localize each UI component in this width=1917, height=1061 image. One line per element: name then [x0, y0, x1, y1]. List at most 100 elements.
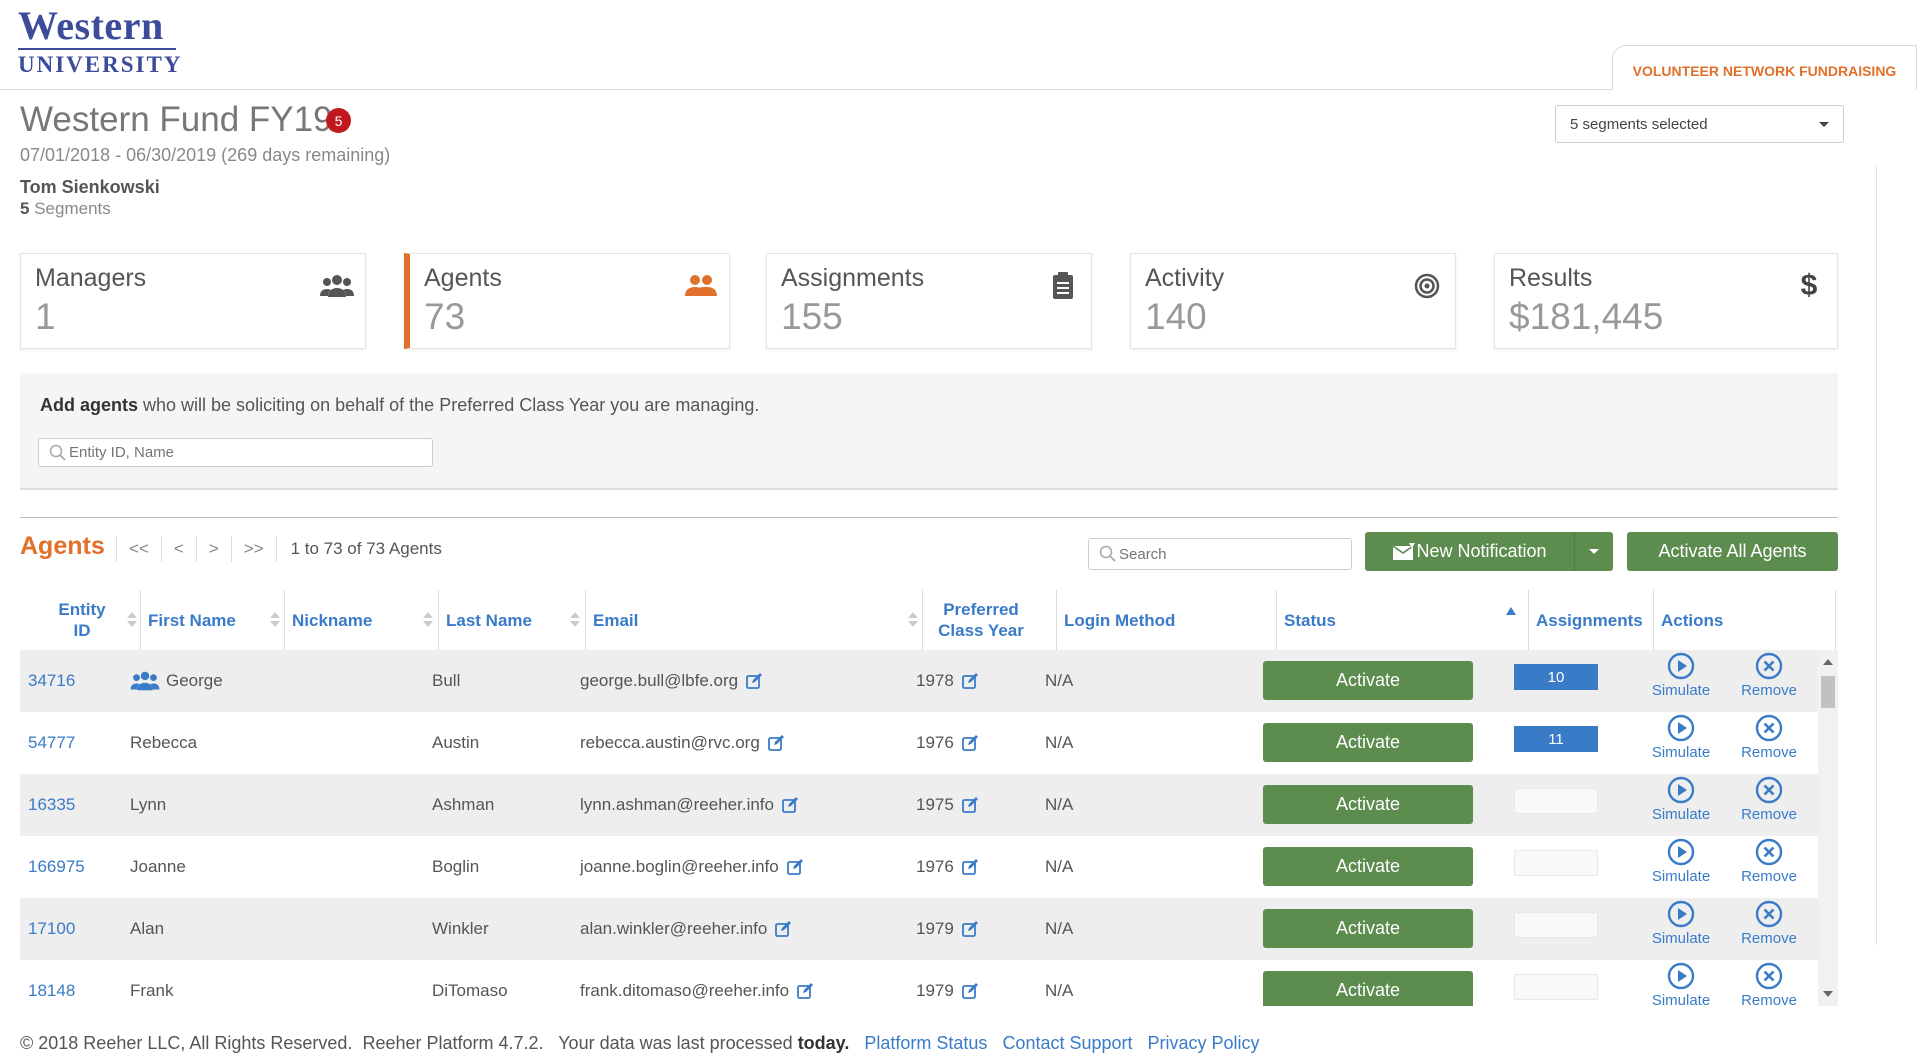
entity-search-input[interactable]	[67, 443, 412, 462]
assignments-count[interactable]: 0	[1514, 974, 1598, 1000]
card-activity[interactable]: Activity 140	[1130, 253, 1456, 349]
remove-label: Remove	[1741, 744, 1797, 761]
simulate-label: Simulate	[1651, 992, 1711, 1006]
clipboard-icon	[1045, 268, 1081, 304]
remove-button[interactable]: Remove	[1734, 776, 1804, 834]
agent-search-field[interactable]	[1088, 538, 1352, 570]
entity-id-link[interactable]: 166975	[28, 857, 85, 877]
edit-icon[interactable]	[746, 673, 763, 689]
entity-id-link[interactable]: 18148	[28, 981, 75, 1001]
remove-button[interactable]: Remove	[1734, 838, 1804, 896]
activate-button[interactable]: Activate	[1263, 847, 1473, 886]
activate-button[interactable]: Activate	[1263, 909, 1473, 948]
sort-icon[interactable]	[423, 610, 433, 630]
entity-id-link[interactable]: 17100	[28, 919, 75, 939]
card-value: 140	[1145, 296, 1207, 337]
sort-icon[interactable]	[270, 610, 280, 630]
card-agents[interactable]: Agents 73	[404, 253, 730, 349]
column-login-method[interactable]: Login Method	[1056, 590, 1175, 650]
assignments-count[interactable]: 0	[1514, 788, 1598, 814]
activate-button[interactable]: Activate	[1263, 661, 1473, 700]
column-assignments[interactable]: Assignments	[1528, 590, 1643, 650]
last-name: Ashman	[432, 795, 495, 814]
sort-ascending-icon[interactable]	[1506, 607, 1516, 615]
segments-select[interactable]: 5 segments selected	[1555, 105, 1844, 143]
column-status[interactable]: Status	[1276, 590, 1336, 650]
assignments-count[interactable]: 0	[1514, 850, 1598, 876]
activate-button[interactable]: Activate	[1263, 971, 1473, 1006]
edit-icon[interactable]	[767, 735, 784, 751]
remove-button[interactable]: Remove	[1734, 900, 1804, 958]
scroll-up-arrow[interactable]	[1823, 659, 1833, 665]
remove-circle-icon	[1755, 838, 1783, 866]
email: george.bull@lbfe.org	[580, 671, 739, 690]
scroll-down-arrow[interactable]	[1823, 991, 1833, 997]
simulate-button[interactable]: Simulate	[1646, 838, 1716, 896]
contact-support-link[interactable]: Contact Support	[1002, 1033, 1132, 1053]
column-nickname[interactable]: Nickname	[284, 590, 372, 650]
simulate-button[interactable]: Simulate	[1646, 962, 1716, 1006]
platform-status-link[interactable]: Platform Status	[864, 1033, 987, 1053]
entity-id-link[interactable]: 16335	[28, 795, 75, 815]
next-page-button[interactable]: >	[195, 536, 231, 562]
remove-button[interactable]: Remove	[1734, 652, 1804, 710]
simulate-button[interactable]: Simulate	[1646, 900, 1716, 958]
card-assignments[interactable]: Assignments 155	[766, 253, 1092, 349]
notification-badge[interactable]: 5	[326, 108, 351, 133]
simulate-label: Simulate	[1651, 744, 1711, 761]
agent-search-input[interactable]	[1117, 544, 1344, 564]
edit-icon[interactable]	[961, 735, 978, 751]
last-page-button[interactable]: >>	[230, 536, 276, 562]
scrollbar-thumb[interactable]	[1821, 676, 1835, 708]
fund-segments: 5 Segments	[20, 199, 111, 219]
entity-id-link[interactable]: 34716	[28, 671, 75, 691]
column-entity-id[interactable]: Entity ID	[52, 590, 112, 650]
edit-icon[interactable]	[961, 983, 978, 999]
edit-icon[interactable]	[961, 921, 978, 937]
sort-icon[interactable]	[570, 610, 580, 630]
edit-icon[interactable]	[782, 797, 798, 813]
assignments-count[interactable]: 10	[1514, 664, 1598, 690]
new-notification-button[interactable]: New Notification	[1365, 532, 1575, 571]
new-notification-dropdown[interactable]	[1575, 532, 1613, 571]
tab-volunteer-network-fundraising[interactable]: VOLUNTEER NETWORK FUNDRAISING	[1612, 45, 1917, 90]
simulate-button[interactable]: Simulate	[1646, 652, 1716, 710]
first-name: Rebecca	[130, 733, 198, 752]
edit-icon[interactable]	[797, 983, 814, 999]
edit-icon[interactable]	[961, 673, 978, 689]
assignments-count[interactable]: 0	[1514, 912, 1598, 938]
simulate-button[interactable]: Simulate	[1646, 714, 1716, 772]
edit-icon[interactable]	[786, 859, 803, 875]
entity-search-field[interactable]	[38, 438, 433, 467]
card-managers[interactable]: Managers 1	[20, 253, 366, 349]
column-email[interactable]: Email	[585, 590, 638, 650]
remove-button[interactable]: Remove	[1734, 714, 1804, 772]
column-first-name[interactable]: First Name	[140, 590, 236, 650]
edit-icon[interactable]	[961, 859, 978, 875]
prev-page-button[interactable]: <	[160, 536, 196, 562]
login-method: N/A	[1045, 795, 1074, 814]
edit-icon[interactable]	[775, 921, 792, 937]
column-preferred-class-year[interactable]: Preferred Class Year	[922, 590, 1032, 650]
new-notification-split-button: New Notification	[1365, 532, 1613, 571]
privacy-policy-link[interactable]: Privacy Policy	[1148, 1033, 1260, 1053]
sort-icon[interactable]	[908, 610, 918, 630]
edit-icon[interactable]	[961, 797, 978, 813]
assignments-count[interactable]: 11	[1514, 726, 1598, 752]
card-results[interactable]: Results $181,445 $	[1494, 253, 1838, 349]
first-page-button[interactable]: <<	[116, 536, 161, 562]
chevron-down-icon	[1819, 121, 1829, 127]
remove-circle-icon	[1755, 900, 1783, 928]
remove-button[interactable]: Remove	[1734, 962, 1804, 1006]
table-scrollbar[interactable]	[1818, 650, 1838, 1006]
column-last-name[interactable]: Last Name	[438, 590, 532, 650]
activate-button[interactable]: Activate	[1263, 785, 1473, 824]
entity-id-link[interactable]: 54777	[28, 733, 75, 753]
remove-label: Remove	[1741, 682, 1797, 699]
first-name: Joanne	[130, 857, 186, 876]
sort-icon[interactable]	[127, 610, 137, 630]
table-row: 166975 Joanne Boglin joanne.boglin@reeher.i…	[20, 836, 1818, 898]
activate-all-agents-button[interactable]: Activate All Agents	[1627, 532, 1838, 571]
simulate-button[interactable]: Simulate	[1646, 776, 1716, 834]
activate-button[interactable]: Activate	[1263, 723, 1473, 762]
